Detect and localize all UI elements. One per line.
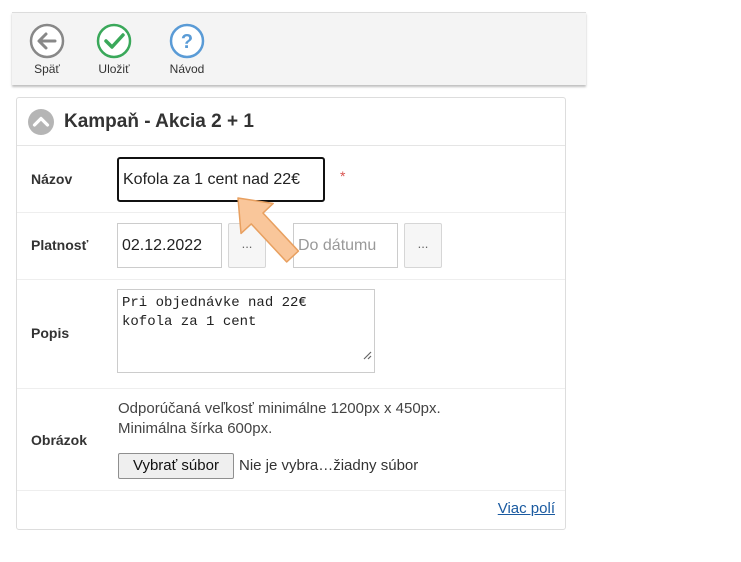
save-label: Uložiť [98,62,130,76]
image-size-hint: Odporúčaná veľkosť minimálne 1200px x 45… [118,400,441,417]
back-button[interactable]: Späť [17,23,77,76]
panel-title: Kampaň - Akcia 2 + 1 [64,111,254,132]
toolbar: Späť Uložiť ? Návod [12,12,586,85]
choose-file-button[interactable]: Vybrať súbor [118,453,234,479]
back-label: Späť [34,62,60,76]
help-button[interactable]: ? Návod [157,23,217,76]
help-label: Návod [169,62,205,76]
date-to-picker-button[interactable]: ... [404,223,442,268]
collapse-chevron-up-icon[interactable] [27,108,55,136]
more-fields-link[interactable]: Viac polí [498,500,555,517]
resize-grip-icon[interactable] [362,350,372,360]
date-to-input[interactable] [293,223,398,268]
image-label: Obrázok [31,432,88,448]
image-width-hint: Minimálna šírka 600px. [118,420,273,437]
file-status: Nie je vybra…žiadny súbor [239,457,419,474]
validity-row: Platnosť ... ... [17,213,565,280]
image-row: Obrázok Odporúčaná veľkosť minimálne 120… [17,389,565,491]
description-row: Popis Pri objednávke nad 22€ kofola za 1… [17,280,565,389]
panel-header: Kampaň - Akcia 2 + 1 [17,98,565,146]
description-textarea[interactable]: Pri objednávke nad 22€ kofola za 1 cent [117,289,375,373]
question-icon: ? [169,23,205,59]
checkmark-icon [96,23,132,59]
name-label: Názov [31,171,73,187]
campaign-panel: Kampaň - Akcia 2 + 1 Názov * Platnosť ..… [16,97,566,530]
name-row: Názov * [17,146,565,213]
save-button[interactable]: Uložiť [84,23,144,76]
date-from-picker-button[interactable]: ... [228,223,266,268]
required-mark: * [340,168,346,184]
arrow-left-icon [29,23,65,59]
date-from-input[interactable] [117,223,222,268]
validity-label: Platnosť [31,237,89,253]
name-input[interactable] [117,157,325,202]
description-label: Popis [31,325,70,341]
svg-text:?: ? [181,31,193,53]
